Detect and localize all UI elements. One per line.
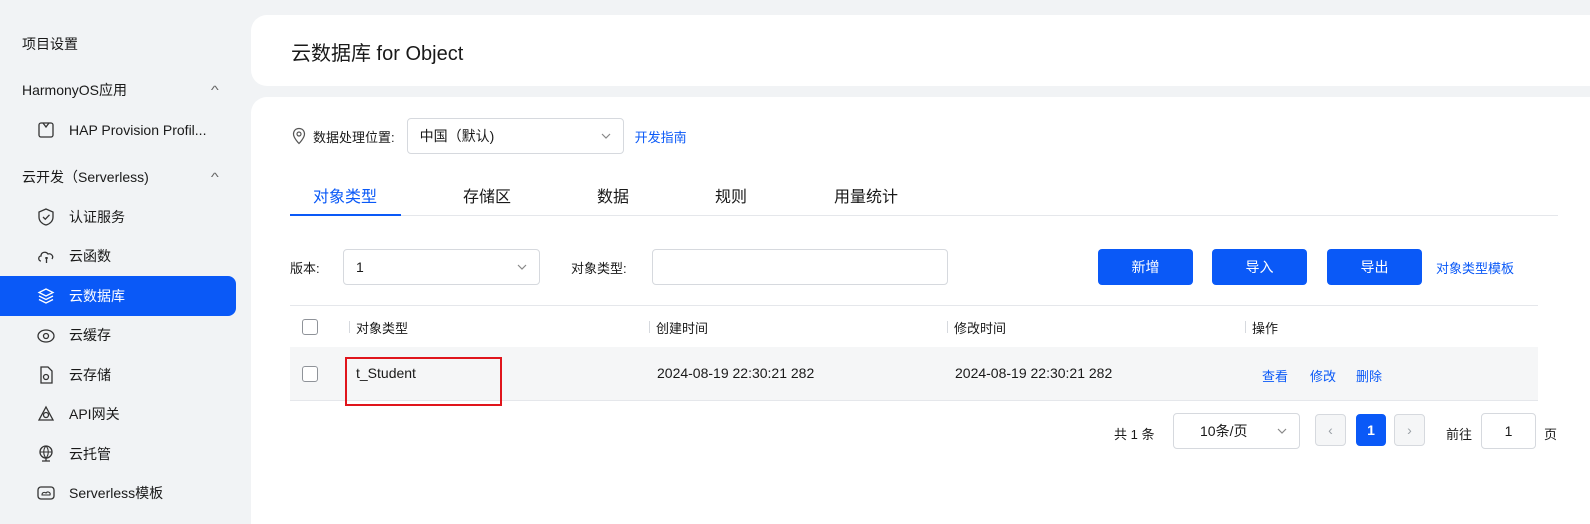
profile-icon — [36, 120, 56, 140]
tab-object-type[interactable]: 对象类型 — [313, 183, 377, 207]
template-icon — [36, 483, 56, 503]
page-number-button[interactable]: 1 — [1356, 414, 1386, 446]
view-action-link[interactable]: 查看 — [1262, 366, 1288, 385]
sidebar-item-cloud-database[interactable]: 云数据库 — [0, 276, 236, 316]
delete-action-link[interactable]: 删除 — [1356, 366, 1382, 385]
object-type-table: 对象类型 创建时间 修改时间 操作 t_Student 2024-08-19 2… — [290, 305, 1538, 406]
next-page-button[interactable]: › — [1394, 414, 1425, 446]
column-header-modified-time: 修改时间 — [954, 321, 1007, 336]
page-suffix: 页 — [1544, 427, 1558, 442]
pagination-total: 共 1 条 — [1114, 427, 1155, 442]
tab-usage-stats[interactable]: 用量统计 — [834, 183, 898, 207]
sidebar-item-serverless-template[interactable]: Serverless模板 — [0, 473, 236, 513]
version-select[interactable]: 1 — [343, 249, 540, 285]
sidebar-title: 项目设置 — [22, 36, 78, 52]
location-pin-icon — [292, 127, 306, 145]
sidebar-item-label: HAP Provision Profil... — [69, 122, 207, 138]
cell-created-time: 2024-08-19 22:30:21 282 — [657, 365, 815, 381]
chevron-down-icon — [1277, 428, 1287, 434]
page-title: 云数据库 for Object — [291, 43, 464, 65]
api-gateway-icon — [36, 404, 56, 424]
tab-bar: 对象类型 存储区 数据 规则 用量统计 — [290, 173, 1558, 216]
cell-modified-time: 2024-08-19 22:30:21 282 — [955, 365, 1113, 381]
location-select-value: 中国（默认) — [419, 128, 495, 144]
import-button[interactable]: 导入 — [1212, 249, 1307, 285]
version-select-value: 1 — [356, 259, 364, 275]
object-type-template-link[interactable]: 对象类型模板 — [1436, 258, 1514, 277]
sidebar-item-label: Serverless模板 — [69, 485, 164, 501]
sidebar-item-label: 云托管 — [69, 446, 111, 462]
location-select[interactable]: 中国（默认) — [406, 118, 624, 154]
sidebar-group-label: 云开发（Serverless) — [22, 169, 149, 185]
sidebar-group-harmonyos[interactable]: HarmonyOS应用 ^ — [22, 78, 220, 102]
location-label: 数据处理位置: — [313, 129, 395, 145]
cloud-hosting-icon — [36, 444, 56, 464]
sidebar-item-cloud-cache[interactable]: 云缓存 — [0, 315, 236, 355]
tab-rules[interactable]: 规则 — [715, 183, 747, 207]
chevron-left-icon: ‹ — [1328, 422, 1333, 438]
row-checkbox[interactable] — [302, 366, 318, 382]
tab-storage-zone[interactable]: 存储区 — [463, 183, 511, 207]
cloud-storage-icon — [36, 365, 56, 385]
sidebar-item-cloud-hosting[interactable]: 云托管 — [0, 434, 236, 474]
page-size-value: 10条/页 — [1200, 423, 1248, 439]
column-divider — [1245, 321, 1246, 333]
column-header-actions: 操作 — [1252, 321, 1279, 336]
column-divider — [349, 321, 350, 333]
add-button[interactable]: 新增 — [1098, 249, 1193, 285]
database-layers-icon — [36, 286, 56, 306]
column-divider — [947, 321, 948, 333]
prev-page-button[interactable]: ‹ — [1315, 414, 1346, 446]
shield-check-icon — [36, 207, 56, 227]
cloud-function-icon — [36, 246, 56, 266]
sidebar-item-auth-service[interactable]: 认证服务 — [0, 197, 236, 237]
chevron-up-icon: ^ — [211, 170, 220, 184]
dev-guide-link[interactable]: 开发指南 — [635, 127, 687, 146]
sidebar-item-label: API网关 — [69, 406, 120, 422]
goto-page-value: 1 — [1504, 423, 1513, 439]
export-button[interactable]: 导出 — [1327, 249, 1422, 285]
column-header-created-time: 创建时间 — [656, 321, 709, 336]
column-divider — [649, 321, 650, 333]
select-all-checkbox[interactable] — [302, 319, 318, 335]
sidebar-item-hap-provision-profile[interactable]: HAP Provision Profil... — [0, 110, 236, 150]
sidebar-item-cloud-function[interactable]: 云函数 — [0, 236, 236, 276]
chevron-down-icon — [601, 133, 611, 139]
sidebar-item-api-gateway[interactable]: API网关 — [0, 394, 236, 434]
tab-data[interactable]: 数据 — [597, 183, 629, 207]
active-tab-indicator — [290, 214, 401, 216]
main-content: 数据处理位置: 中国（默认) 开发指南 对象类型 存储区 数据 规则 用量统计 … — [251, 97, 1590, 524]
goto-page-input[interactable]: 1 — [1481, 413, 1536, 449]
sidebar-group-serverless[interactable]: 云开发（Serverless) ^ — [22, 165, 220, 189]
sidebar-item-label: 云函数 — [69, 248, 111, 264]
sidebar-item-label: 云缓存 — [69, 327, 111, 343]
goto-label: 前往 — [1446, 427, 1473, 442]
table-row: t_Student 2024-08-19 22:30:21 282 2024-0… — [290, 347, 1538, 406]
chevron-down-icon — [517, 264, 527, 270]
cloud-cache-icon — [36, 325, 56, 345]
column-header-object-type: 对象类型 — [356, 321, 409, 336]
cell-object-type: t_Student — [356, 365, 416, 381]
sidebar-group-label: HarmonyOS应用 — [22, 82, 128, 98]
version-label: 版本: — [290, 261, 320, 276]
sidebar-item-label: 云数据库 — [69, 288, 125, 304]
object-type-label: 对象类型: — [571, 261, 627, 276]
sidebar: 项目设置 HarmonyOS应用 ^ HAP Provision Profil.… — [0, 0, 240, 524]
sidebar-item-label: 认证服务 — [69, 209, 125, 225]
page-size-select[interactable]: 10条/页 — [1173, 413, 1300, 449]
location-row: 数据处理位置: 中国（默认) 开发指南 — [291, 118, 687, 154]
sidebar-item-cloud-storage[interactable]: 云存储 — [0, 355, 236, 395]
sidebar-item-label: 云存储 — [69, 367, 111, 383]
edit-action-link[interactable]: 修改 — [1310, 366, 1336, 385]
chevron-right-icon: › — [1407, 422, 1412, 438]
table-header: 对象类型 创建时间 修改时间 操作 — [290, 305, 1538, 347]
filter-row: 版本: 1 对象类型: 新增 导入 导出 对象类型模板 — [290, 249, 1530, 285]
chevron-up-icon: ^ — [211, 83, 220, 97]
header-card: 云数据库 for Object — [251, 15, 1590, 86]
object-type-input[interactable] — [652, 249, 948, 285]
